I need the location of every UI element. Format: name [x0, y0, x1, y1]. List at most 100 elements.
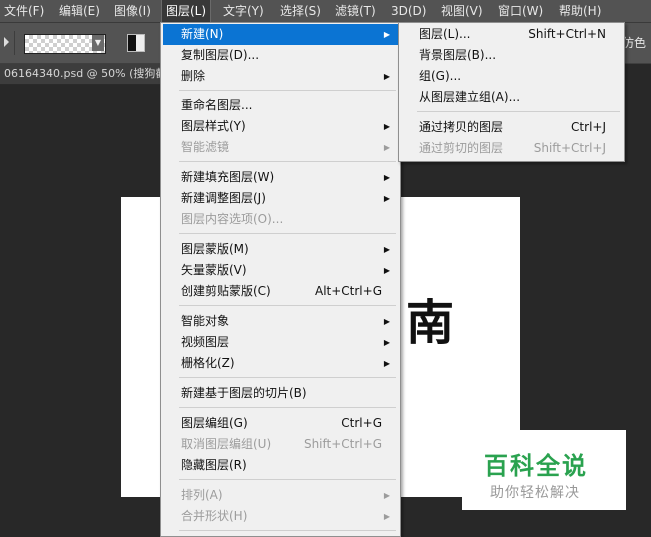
menu-item-label: 排列(A)	[181, 488, 223, 502]
tool-preset-arrow-icon[interactable]	[4, 37, 9, 47]
menu-item-label: 图层蒙版(M)	[181, 242, 249, 256]
menu-file[interactable]: 文件(F)	[0, 0, 48, 22]
watermark-title: 百科全说	[484, 452, 588, 480]
menu-separator	[179, 479, 396, 480]
submenu-arrow-icon: ▶	[383, 491, 390, 500]
menu-item-label: 智能滤镜	[181, 140, 230, 154]
menu-item-shortcut: Ctrl+J	[571, 120, 606, 134]
menu-item-layer-mask[interactable]: 图层蒙版(M) ▶	[163, 239, 398, 260]
submenu-arrow-icon: ▶	[383, 245, 390, 254]
menu-item-label: 新建填充图层(W)	[181, 170, 275, 184]
linear-gradient-icon[interactable]	[127, 34, 145, 52]
menu-separator	[179, 305, 396, 306]
menu-item-label: 复制图层(D)...	[181, 48, 260, 62]
menu-item-smart-filter[interactable]: 智能滤镜 ▶	[163, 137, 398, 158]
menu-item-label: 栅格化(Z)	[181, 356, 235, 370]
menu-item-shortcut: Shift+Ctrl+J	[533, 141, 606, 155]
submenu-arrow-icon: ▶	[383, 122, 390, 131]
menu-item-label: 合并形状(H)	[181, 509, 248, 523]
menu-item-label: 隐藏图层(R)	[181, 458, 247, 472]
menu-item-label: 从图层建立组(A)...	[419, 90, 521, 104]
menu-item-rasterize[interactable]: 栅格化(Z) ▶	[163, 353, 398, 374]
menu-item-layer-style[interactable]: 图层样式(Y) ▶	[163, 116, 398, 137]
menu-item-label: 删除	[181, 69, 206, 83]
menu-layer[interactable]: 图层(L)	[160, 0, 212, 23]
options-divider	[14, 31, 15, 55]
menu-item-ungroup-layers[interactable]: 取消图层编组(U) Shift+Ctrl+G	[163, 434, 398, 455]
menu-item-label: 背景图层(B)...	[419, 48, 497, 62]
menu-item-shortcut: Ctrl+G	[341, 416, 382, 430]
menu-separator	[417, 111, 620, 112]
submenu-arrow-icon: ▶	[383, 173, 390, 182]
new-submenu-dropdown: 图层(L)... Shift+Ctrl+N 背景图层(B)... 组(G)...…	[398, 22, 625, 162]
menu-edit[interactable]: 编辑(E)	[55, 0, 104, 22]
watermark-logo: 百科全说 助你轻松解决	[462, 430, 626, 510]
menu-item-label: 图层编组(G)	[181, 416, 248, 430]
submenu-arrow-icon: ▶	[383, 338, 390, 347]
menu-item-label: 取消图层编组(U)	[181, 437, 272, 451]
menu-image[interactable]: 图像(I)	[110, 0, 155, 22]
menu-separator	[179, 161, 396, 162]
menu-item-shortcut: Shift+Ctrl+G	[303, 437, 382, 451]
menu-item-label: 图层(L)...	[419, 27, 471, 41]
menu-item-hide-layers[interactable]: 隐藏图层(R)	[163, 455, 398, 476]
submenu-arrow-icon: ▶	[383, 512, 390, 521]
submenu-arrow-icon: ▶	[383, 266, 390, 275]
menu-item-label: 图层内容选项(O)...	[181, 212, 284, 226]
menu-item-arrange[interactable]: 排列(A) ▶	[163, 485, 398, 506]
menu-item-shortcut: Shift+Ctrl+N	[528, 27, 606, 41]
menu-3d[interactable]: 3D(D)	[387, 0, 430, 22]
menu-item-combine-shapes[interactable]: 合并形状(H) ▶	[163, 506, 398, 527]
menu-item-label: 创建剪贴蒙版(C)	[181, 284, 271, 298]
menu-item-label: 组(G)...	[419, 69, 462, 83]
menu-window[interactable]: 窗口(W)	[494, 0, 547, 22]
menu-item-smart-object[interactable]: 智能对象 ▶	[163, 311, 398, 332]
submenu-arrow-icon: ▶	[383, 72, 390, 81]
dither-checkbox-label[interactable]: 仿色	[622, 34, 646, 51]
menu-item-label: 图层样式(Y)	[181, 119, 246, 133]
menu-item-rename-layer[interactable]: 重命名图层...	[163, 95, 398, 116]
document-tab[interactable]: 06164340.psd @ 50% (搜狗截	[0, 64, 164, 85]
submenu-arrow-icon: ▶	[383, 317, 390, 326]
menu-item-vector-mask[interactable]: 矢量蒙版(V) ▶	[163, 260, 398, 281]
menu-item-label: 新建调整图层(J)	[181, 191, 266, 205]
menu-type[interactable]: 文字(Y)	[219, 0, 268, 22]
layer-menu-dropdown: 新建(N) ▶ 复制图层(D)... 删除 ▶ 重命名图层... 图层样式(Y)…	[160, 22, 401, 537]
menu-item-delete[interactable]: 删除 ▶	[163, 66, 398, 87]
submenu-item-layer-via-cut[interactable]: 通过剪切的图层 Shift+Ctrl+J	[401, 138, 622, 159]
menu-item-label: 新建基于图层的切片(B)	[181, 386, 307, 400]
menu-item-create-clipping-mask[interactable]: 创建剪贴蒙版(C) Alt+Ctrl+G	[163, 281, 398, 302]
menu-item-new-fill-layer[interactable]: 新建填充图层(W) ▶	[163, 167, 398, 188]
submenu-item-new-layer[interactable]: 图层(L)... Shift+Ctrl+N	[401, 24, 622, 45]
menu-bar: 文件(F) 编辑(E) 图像(I) 图层(L) 文字(Y) 选择(S) 滤镜(T…	[0, 0, 651, 23]
submenu-item-background-layer[interactable]: 背景图层(B)...	[401, 45, 622, 66]
canvas-text-layer: 南	[406, 295, 455, 351]
submenu-item-group-from-layers[interactable]: 从图层建立组(A)...	[401, 87, 622, 108]
menu-item-label: 通过剪切的图层	[419, 141, 504, 155]
submenu-arrow-icon: ▶	[383, 143, 390, 152]
chevron-down-icon[interactable]: ▼	[92, 35, 104, 51]
menu-item-group-layers[interactable]: 图层编组(G) Ctrl+G	[163, 413, 398, 434]
submenu-item-layer-via-copy[interactable]: 通过拷贝的图层 Ctrl+J	[401, 117, 622, 138]
menu-item-duplicate-layer[interactable]: 复制图层(D)...	[163, 45, 398, 66]
menu-item-label: 视频图层	[181, 335, 230, 349]
menu-item-label: 智能对象	[181, 314, 230, 328]
menu-item-label: 新建(N)	[181, 27, 224, 41]
menu-item-new[interactable]: 新建(N) ▶	[163, 24, 398, 45]
menu-separator	[179, 407, 396, 408]
menu-item-label: 矢量蒙版(V)	[181, 263, 247, 277]
watermark-subtitle: 助你轻松解决	[490, 485, 580, 501]
menu-help[interactable]: 帮助(H)	[555, 0, 605, 22]
submenu-arrow-icon: ▶	[383, 359, 390, 368]
menu-select[interactable]: 选择(S)	[276, 0, 325, 22]
menu-filter[interactable]: 滤镜(T)	[331, 0, 380, 22]
submenu-item-group[interactable]: 组(G)...	[401, 66, 622, 87]
menu-item-label: 通过拷贝的图层	[419, 120, 504, 134]
menu-item-new-adjustment-layer[interactable]: 新建调整图层(J) ▶	[163, 188, 398, 209]
menu-item-video-layers[interactable]: 视频图层 ▶	[163, 332, 398, 353]
menu-separator	[179, 233, 396, 234]
menu-item-layer-content-options[interactable]: 图层内容选项(O)...	[163, 209, 398, 230]
menu-item-new-layer-based-slice[interactable]: 新建基于图层的切片(B)	[163, 383, 398, 404]
menu-item-shortcut: Alt+Ctrl+G	[314, 284, 382, 298]
menu-view[interactable]: 视图(V)	[437, 0, 487, 22]
